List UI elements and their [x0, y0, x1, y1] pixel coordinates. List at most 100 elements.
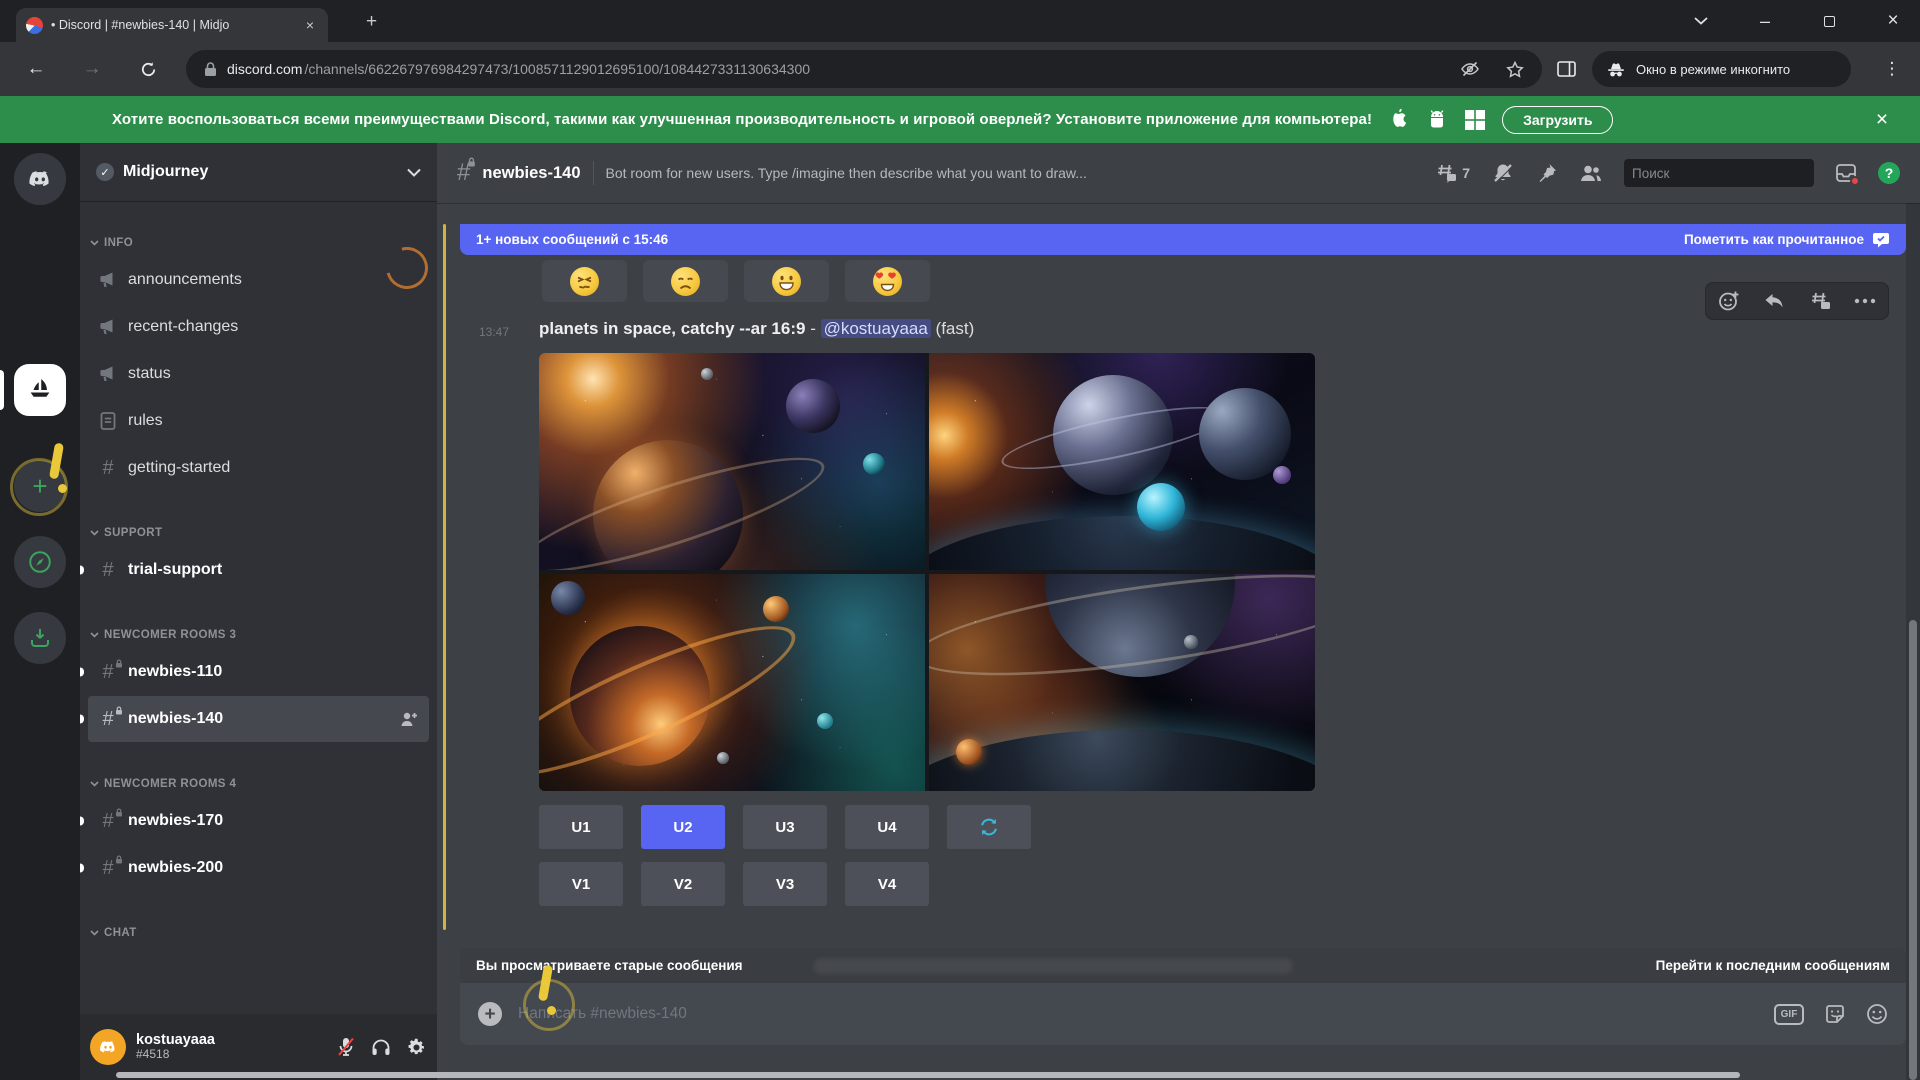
reaction-disappointed-face[interactable]	[643, 260, 728, 302]
reaction-grinning-face[interactable]	[744, 260, 829, 302]
image-quadrant-3[interactable]	[539, 574, 925, 791]
button-u2-selected[interactable]: U2	[641, 805, 725, 849]
window-chevron-icon[interactable]	[1678, 0, 1724, 42]
sidebar-item-newbies-170[interactable]: # newbies-170	[80, 798, 429, 844]
search-input[interactable]	[1632, 165, 1809, 181]
side-panel-icon[interactable]	[1552, 55, 1580, 83]
button-u1[interactable]: U1	[539, 805, 623, 849]
sidebar-item-newbies-140[interactable]: # newbies-140	[80, 696, 429, 742]
sidebar-item-getting-started[interactable]: # getting-started	[88, 445, 429, 491]
member-list-icon[interactable]	[1579, 163, 1603, 183]
notifications-muted-icon[interactable]	[1491, 162, 1515, 184]
megaphone-icon	[100, 272, 113, 287]
banner-close-icon[interactable]: ×	[1868, 106, 1896, 134]
reaction-confounded-face[interactable]	[542, 260, 627, 302]
category-newcomer-rooms-4[interactable]: NEWCOMER ROOMS 4	[80, 772, 437, 796]
user-avatar[interactable]	[90, 1029, 126, 1065]
incognito-badge[interactable]: Окно в режиме инкогнито	[1592, 51, 1851, 87]
channel-header: # newbies-140 Bot room for new users. Ty…	[437, 143, 1920, 203]
chat-scrollbar-thumb[interactable]	[1909, 620, 1917, 1080]
eye-slash-icon[interactable]	[1460, 61, 1480, 77]
threads-button[interactable]: 7	[1435, 163, 1470, 183]
new-messages-bar[interactable]: 1+ новых сообщений с 15:46 Пометить как …	[460, 224, 1906, 255]
button-u3[interactable]: U3	[743, 805, 827, 849]
megaphone-icon	[100, 366, 113, 381]
sidebar-item-trial-support[interactable]: # trial-support	[80, 547, 429, 593]
image-quadrant-1[interactable]	[539, 353, 925, 570]
button-v1[interactable]: V1	[539, 862, 623, 906]
sidebar-item-newbies-110[interactable]: # newbies-110	[80, 649, 429, 695]
gif-picker-button[interactable]: GIF	[1774, 1003, 1804, 1025]
browser-menu-icon[interactable]: ⋮	[1878, 55, 1906, 83]
chat-scrollbar-track[interactable]	[1906, 203, 1920, 1080]
category-support[interactable]: SUPPORT	[80, 521, 437, 545]
tab-close-icon[interactable]: ×	[302, 16, 318, 34]
browser-toolbar: ← → discord.com /channels/66226797698429…	[0, 42, 1920, 96]
emoji-picker-icon[interactable]	[1866, 1003, 1888, 1025]
channel-name: newbies-140	[482, 163, 581, 182]
horizontal-scrollbar[interactable]	[116, 1072, 1740, 1078]
more-options-icon[interactable]	[1854, 298, 1876, 304]
hash-lock-icon: #	[98, 659, 122, 684]
sidebar-item-newbies-200[interactable]: # newbies-200	[80, 845, 429, 891]
sticker-picker-icon[interactable]	[1824, 1003, 1846, 1025]
midjourney-server-button[interactable]	[14, 364, 66, 416]
new-tab-button[interactable]: +	[366, 12, 377, 31]
add-reaction-icon[interactable]	[1718, 290, 1740, 312]
category-chat[interactable]: CHAT	[80, 921, 437, 945]
category-info[interactable]: INFO	[80, 231, 437, 255]
image-quadrant-4[interactable]	[929, 574, 1315, 791]
sidebar-item-announcements[interactable]: announcements	[88, 257, 429, 303]
sidebar-item-rules[interactable]: rules	[88, 398, 429, 444]
button-u4[interactable]: U4	[845, 805, 929, 849]
banner-text: Хотите воспользоваться всеми преимуществ…	[112, 111, 1373, 128]
message-composer[interactable]: + GIF	[460, 983, 1906, 1045]
headphones-icon[interactable]	[370, 1037, 392, 1057]
pinned-messages-icon[interactable]	[1536, 162, 1558, 184]
mic-muted-icon[interactable]	[336, 1036, 356, 1058]
hash-icon: #	[102, 558, 114, 581]
bookmark-star-icon[interactable]	[1506, 60, 1524, 78]
category-newcomer-rooms-3[interactable]: NEWCOMER ROOMS 3	[80, 623, 437, 647]
download-apps-button[interactable]	[14, 612, 66, 664]
help-button[interactable]: ?	[1878, 162, 1900, 184]
channel-topic[interactable]: Bot room for new users. Type /imagine th…	[606, 165, 1087, 181]
invite-people-icon[interactable]	[399, 710, 419, 728]
message-input[interactable]	[518, 1005, 1758, 1023]
window-maximize-button[interactable]	[1806, 0, 1852, 42]
reroll-button[interactable]	[947, 805, 1031, 849]
window-minimize-button[interactable]: –	[1742, 0, 1788, 42]
button-v3[interactable]: V3	[743, 862, 827, 906]
window-close-button[interactable]: ×	[1870, 0, 1916, 42]
generated-image-grid[interactable]	[539, 353, 1315, 791]
button-v4[interactable]: V4	[845, 862, 929, 906]
unread-indicator	[80, 667, 84, 677]
unread-indicator	[80, 565, 84, 575]
reload-button[interactable]	[134, 55, 162, 83]
image-quadrant-2[interactable]	[929, 353, 1315, 570]
discord-home-button[interactable]	[14, 153, 66, 205]
back-button[interactable]: ←	[22, 55, 50, 83]
create-thread-icon[interactable]	[1809, 291, 1831, 311]
sidebar-item-status[interactable]: status	[88, 351, 429, 397]
server-header[interactable]: ✓ Midjourney	[80, 143, 437, 201]
inbox-button[interactable]	[1835, 163, 1860, 186]
browser-tab[interactable]: • Discord | #newbies-140 | Midjo ×	[16, 8, 328, 42]
user-mention[interactable]: @kostuayaaa	[820, 319, 931, 338]
discord-logo-icon	[100, 1041, 115, 1053]
button-v2[interactable]: V2	[641, 862, 725, 906]
jump-to-present-button[interactable]: Перейти к последним сообщениям	[1656, 958, 1890, 973]
explore-servers-button[interactable]	[14, 536, 66, 588]
reaction-heart-eyes-face[interactable]	[845, 260, 930, 302]
mark-read-icon	[1873, 232, 1889, 247]
address-bar[interactable]: discord.com /channels/662267976984297473…	[186, 50, 1542, 88]
settings-gear-icon[interactable]	[406, 1037, 427, 1058]
sidebar-item-recent-changes[interactable]: recent-changes	[88, 304, 429, 350]
sailboat-icon	[30, 379, 50, 397]
reply-icon[interactable]	[1763, 291, 1785, 311]
forward-button[interactable]: →	[78, 55, 106, 83]
mark-as-read-button[interactable]: Пометить как прочитанное	[1684, 232, 1890, 248]
banner-download-button[interactable]: Загрузить	[1502, 105, 1614, 134]
search-box[interactable]	[1624, 159, 1814, 187]
upload-attachment-button[interactable]: +	[478, 1002, 502, 1026]
